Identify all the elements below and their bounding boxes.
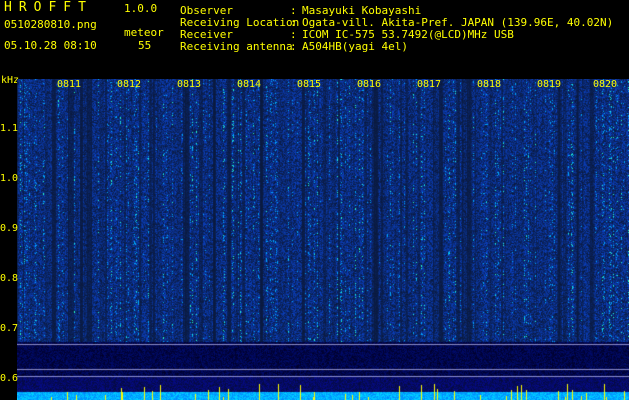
x-tick: 0817	[417, 79, 442, 90]
spectrogram	[17, 79, 629, 400]
file-name: 0510280810.png	[4, 18, 97, 31]
x-tick: 0812	[117, 79, 142, 90]
x-tick: 0815	[297, 79, 322, 90]
x-tick: 0820	[593, 79, 618, 90]
y-tick: 0.8	[0, 273, 19, 284]
meteor-label: meteor	[124, 26, 164, 39]
antenna-value: A504HB(yagi 4el)	[302, 40, 408, 53]
y-tick: 0.7	[0, 323, 19, 334]
meteor-count: 55	[138, 39, 152, 52]
app-version: 1.0.0	[124, 2, 158, 15]
x-tick: 0814	[237, 79, 262, 90]
x-tick: 0819	[537, 79, 562, 90]
info-colon: :	[290, 40, 297, 53]
y-tick: 0.9	[0, 223, 19, 234]
antenna-label: Receiving antenna	[180, 40, 293, 53]
x-tick: 0813	[177, 79, 202, 90]
date-time: 05.10.28 08:10	[4, 39, 97, 52]
x-tick: 0811	[57, 79, 82, 90]
header-panel: HROFFT 1.0.0 0510280810.png meteor 05.10…	[0, 0, 629, 76]
y-tick: 0.6	[0, 373, 19, 384]
x-tick: 0818	[477, 79, 502, 90]
app-name: HROFFT	[4, 0, 93, 15]
y-tick: 1.1	[0, 123, 19, 134]
x-tick: 0816	[357, 79, 382, 90]
y-tick: 1.0	[0, 173, 19, 184]
